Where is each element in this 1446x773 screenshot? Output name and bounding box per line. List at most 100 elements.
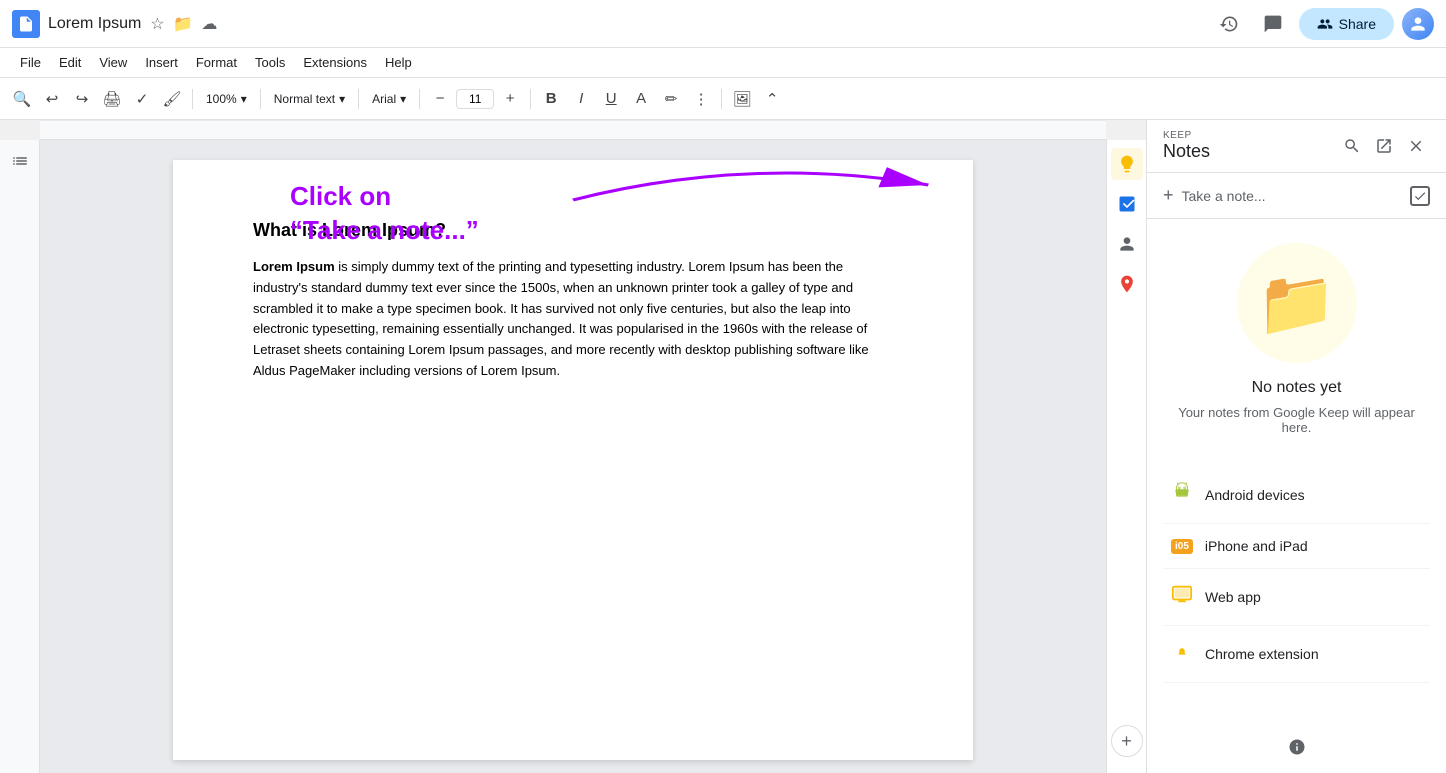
separator-1 xyxy=(192,89,193,109)
text-color-btn[interactable]: A xyxy=(627,85,655,113)
spellcheck-btn[interactable]: ✓ xyxy=(128,85,156,113)
take-note-plus-icon: + xyxy=(1163,185,1174,206)
ios-icon: i05 xyxy=(1171,539,1193,554)
star-icon[interactable]: ☆ xyxy=(147,14,167,34)
keep-links-list: Android devices i05 iPhone and iPad Web … xyxy=(1163,467,1430,683)
comments-button[interactable] xyxy=(1255,6,1291,42)
doc-bold-start: Lorem Ipsum xyxy=(253,259,335,274)
menu-bar: File Edit View Insert Format Tools Exten… xyxy=(0,48,1446,78)
no-notes-sub: Your notes from Google Keep will appear … xyxy=(1163,405,1430,435)
title-section: Lorem Ipsum ☆ 📁 ☁ xyxy=(48,14,1203,34)
maps-sidebar-icon[interactable] xyxy=(1111,268,1143,300)
separator-5 xyxy=(530,89,531,109)
doc-icon xyxy=(12,10,40,38)
user-avatar[interactable] xyxy=(1402,8,1434,40)
document-area: What is Lorem Ipsum? Lorem Ipsum is simp… xyxy=(40,140,1106,773)
chrome-extension-icon xyxy=(1171,640,1193,668)
contacts-sidebar-icon[interactable] xyxy=(1111,228,1143,260)
horizontal-ruler xyxy=(40,120,1106,140)
menu-tools[interactable]: Tools xyxy=(247,51,293,74)
title-bar: Lorem Ipsum ☆ 📁 ☁ Share xyxy=(0,0,1446,48)
take-note-text: Take a note... xyxy=(1182,188,1402,204)
font-size-input[interactable] xyxy=(461,92,489,106)
image-btn[interactable]: 🖼 xyxy=(728,85,756,113)
highlight-btn[interactable]: ✏ xyxy=(657,85,685,113)
folder-emoji: 📁 xyxy=(1257,266,1337,341)
cloud-icon[interactable]: ☁ xyxy=(199,14,219,34)
zoom-value: 100% xyxy=(206,92,237,106)
outline-tool[interactable] xyxy=(4,148,36,180)
folder-icon[interactable]: 📁 xyxy=(173,14,193,34)
no-notes-title: No notes yet xyxy=(1252,379,1342,397)
more-btn[interactable]: ⋮ xyxy=(687,85,715,113)
keep-search-btn[interactable] xyxy=(1338,132,1366,160)
font-value: Arial xyxy=(372,92,396,106)
redo-btn[interactable]: ↪ xyxy=(68,85,96,113)
keep-link-ios[interactable]: i05 iPhone and iPad xyxy=(1163,524,1430,569)
text-style-value: Normal text xyxy=(274,92,335,106)
share-label: Share xyxy=(1339,16,1376,32)
undo-btn[interactable]: ↩ xyxy=(38,85,66,113)
doc-paragraph-text: is simply dummy text of the printing and… xyxy=(253,259,869,378)
menu-extensions[interactable]: Extensions xyxy=(295,51,375,74)
zoom-arrow: ▾ xyxy=(241,92,247,106)
keep-close-btn[interactable] xyxy=(1402,132,1430,160)
bold-btn[interactable]: B xyxy=(537,85,565,113)
keep-label: KEEP xyxy=(1163,130,1338,141)
right-controls: Share xyxy=(1211,6,1434,42)
left-panel xyxy=(0,140,40,773)
doc-title-text[interactable]: Lorem Ipsum xyxy=(48,15,141,33)
keep-link-android[interactable]: Android devices xyxy=(1163,467,1430,524)
add-icon: + xyxy=(1121,731,1132,752)
take-note-checkbox[interactable] xyxy=(1410,186,1430,206)
doc-title-row: Lorem Ipsum ☆ 📁 ☁ xyxy=(48,14,1203,34)
keep-title-area: KEEP Notes xyxy=(1163,130,1338,162)
add-sidebar-icon[interactable]: + xyxy=(1111,725,1143,757)
increase-font-btn[interactable]: + xyxy=(496,85,524,113)
version-history-button[interactable] xyxy=(1211,6,1247,42)
decrease-font-btn[interactable]: − xyxy=(426,85,454,113)
menu-edit[interactable]: Edit xyxy=(51,51,89,74)
separator-3 xyxy=(358,89,359,109)
right-sidebar: + xyxy=(1106,140,1146,773)
menu-insert[interactable]: Insert xyxy=(137,51,186,74)
tasks-sidebar-icon[interactable] xyxy=(1111,188,1143,220)
keep-body: 📁 No notes yet Your notes from Google Ke… xyxy=(1147,219,1446,721)
collapse-btn[interactable]: ⌃ xyxy=(758,85,786,113)
font-arrow: ▾ xyxy=(400,92,406,106)
separator-4 xyxy=(419,89,420,109)
folder-illustration: 📁 xyxy=(1237,243,1357,363)
keep-sidebar-icon[interactable] xyxy=(1111,148,1143,180)
menu-format[interactable]: Format xyxy=(188,51,245,74)
keep-link-chrome[interactable]: Chrome extension xyxy=(1163,626,1430,683)
keep-panel: KEEP Notes + Take a note... xyxy=(1146,120,1446,773)
format-paint-btn[interactable]: 🖌 xyxy=(158,85,186,113)
share-button[interactable]: Share xyxy=(1299,8,1394,40)
text-style-arrow: ▾ xyxy=(339,92,345,106)
separator-6 xyxy=(721,89,722,109)
ios-label: iPhone and iPad xyxy=(1205,538,1308,554)
web-label: Web app xyxy=(1205,589,1261,605)
text-style-dropdown[interactable]: Normal text ▾ xyxy=(267,89,352,109)
web-icon xyxy=(1171,583,1193,611)
print-btn[interactable]: 🖨 xyxy=(98,85,126,113)
keep-link-web[interactable]: Web app xyxy=(1163,569,1430,626)
take-note-bar[interactable]: + Take a note... xyxy=(1147,173,1446,219)
toolbar: 🔍 ↩ ↪ 🖨 ✓ 🖌 100% ▾ Normal text ▾ Arial ▾… xyxy=(0,78,1446,120)
separator-2 xyxy=(260,89,261,109)
italic-btn[interactable]: I xyxy=(567,85,595,113)
menu-view[interactable]: View xyxy=(91,51,135,74)
keep-open-btn[interactable] xyxy=(1370,132,1398,160)
keep-controls xyxy=(1338,132,1430,160)
zoom-dropdown[interactable]: 100% ▾ xyxy=(199,89,254,109)
font-dropdown[interactable]: Arial ▾ xyxy=(365,89,413,109)
keep-info-btn[interactable] xyxy=(1283,733,1311,761)
document-page: What is Lorem Ipsum? Lorem Ipsum is simp… xyxy=(173,160,973,760)
menu-file[interactable]: File xyxy=(12,51,49,74)
menu-help[interactable]: Help xyxy=(377,51,420,74)
doc-heading: What is Lorem Ipsum? xyxy=(253,220,893,241)
font-size-box xyxy=(456,89,494,109)
chrome-extension-label: Chrome extension xyxy=(1205,646,1319,662)
search-toolbar-btn[interactable]: 🔍 xyxy=(8,85,36,113)
underline-btn[interactable]: U xyxy=(597,85,625,113)
